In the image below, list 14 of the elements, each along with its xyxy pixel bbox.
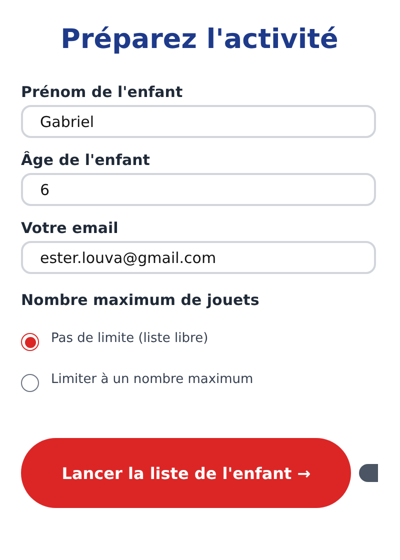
input-field[interactable]: 6 (21, 173, 376, 206)
group-label: Nombre maximum de jouets (21, 291, 260, 309)
radio-button[interactable] (21, 333, 39, 351)
page-title: Préparez l'activité (60, 24, 340, 55)
radio-button[interactable] (21, 374, 39, 392)
option-label: Limiter à un nombre maximum (51, 372, 254, 386)
field-label: Prénom de l'enfant (21, 83, 184, 101)
field-label: Votre email (21, 219, 120, 237)
option-label: Pas de limite (liste libre) (51, 330, 208, 346)
field-label: Âge de l'enfant (21, 151, 151, 169)
side-handle[interactable] (359, 464, 378, 482)
input-field[interactable]: Gabriel (21, 105, 376, 138)
submit-button[interactable]: Lancer la liste de l'enfant → (21, 438, 352, 508)
input-field[interactable]: ester.louva@gmail.com (21, 241, 376, 274)
